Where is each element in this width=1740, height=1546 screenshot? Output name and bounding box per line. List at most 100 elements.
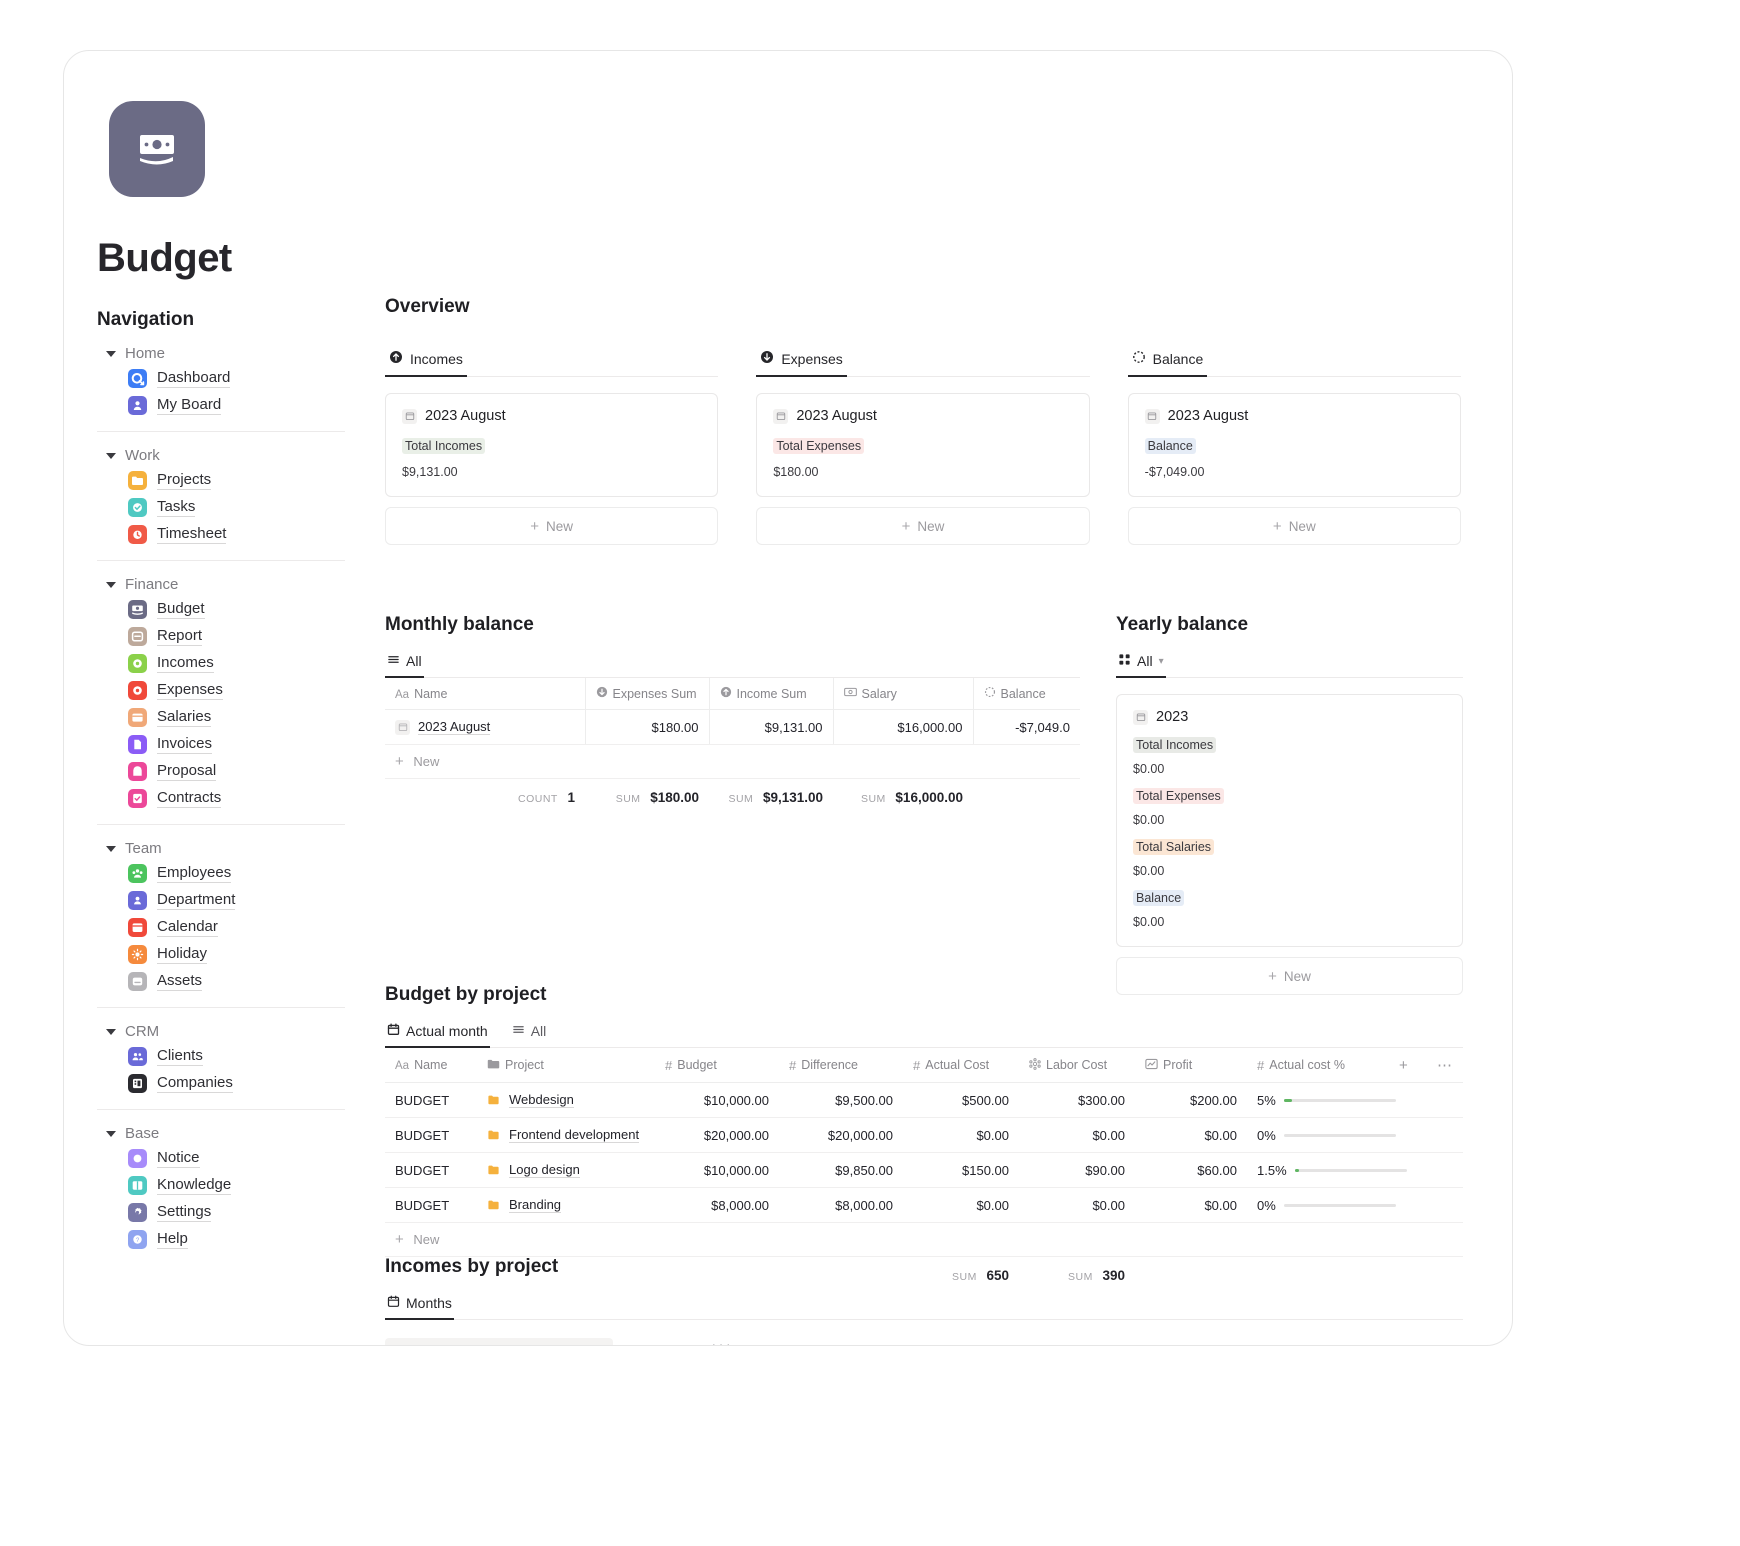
cell-actual-cost-pct[interactable]: 5% [1247,1082,1463,1118]
tab-yearly-all[interactable]: All ▾ [1116,650,1166,678]
cell-labor-cost[interactable]: $90.00 [1019,1152,1135,1188]
cell-budget[interactable]: $8,000.00 [655,1187,779,1223]
overview-card-expenses[interactable]: 2023 August Total Expenses $180.00 [756,393,1090,497]
sidebar-item-knowledge[interactable]: Knowledge [97,1172,345,1199]
sidebar-group-toggle-work[interactable]: Work [97,444,345,467]
column-header-labor-cost[interactable]: Labor Cost [1019,1048,1135,1083]
tab-incomes[interactable]: Incomes [385,348,467,377]
sidebar-item-companies[interactable]: Companies [97,1070,345,1097]
cell-labor-cost[interactable]: $300.00 [1019,1082,1135,1118]
sidebar-group-toggle-finance[interactable]: Finance [97,573,345,596]
sidebar-item-projects[interactable]: Projects [97,467,345,494]
column-header-actual-cost-pct[interactable]: # Actual cost % [1247,1048,1389,1083]
sidebar-item-settings[interactable]: Settings [97,1199,345,1226]
cell-actual-cost-pct[interactable]: 1.5% [1247,1152,1463,1188]
column-header-balance[interactable]: Balance [972,678,1080,710]
column-header-income-sum[interactable]: Income Sum [708,678,833,710]
summary-cell[interactable]: SUM $180.00 [585,778,709,814]
sidebar-item-dashboard[interactable]: Dashboard [97,365,345,392]
summary-cell[interactable]: COUNT 1 [385,778,585,814]
table-row[interactable]: 2023 August $180.00 $9,131.00 $16,000.00… [385,709,1080,745]
cell-budget[interactable]: $10,000.00 [655,1152,779,1188]
overview-card-balance[interactable]: 2023 August Balance -$7,049.00 [1127,393,1461,497]
cell-project[interactable]: Webdesign [477,1082,655,1118]
tab-balance[interactable]: Balance [1127,348,1208,377]
sidebar-item-tasks[interactable]: Tasks [97,494,345,521]
sidebar-item-help[interactable]: ? Help [97,1226,345,1253]
cell-difference[interactable]: $20,000.00 [779,1117,903,1153]
sidebar-item-invoices[interactable]: Invoices [97,731,345,758]
sidebar-item-contracts[interactable]: Contracts [97,785,345,812]
cell-labor-cost[interactable]: $0.00 [1019,1187,1135,1223]
sidebar-group-toggle-team[interactable]: Team [97,837,345,860]
sidebar-item-report[interactable]: Report [97,623,345,650]
column-header-name[interactable]: Aa Name [385,1048,477,1083]
new-row-button[interactable]: + New [385,1222,1463,1257]
tab-all[interactable]: All [510,1020,549,1047]
table-row[interactable]: BUDGET Logo design $10,000.00 $9,850.00 … [385,1152,1463,1188]
cell-balance[interactable]: -$7,049.0 [972,709,1080,745]
sidebar-item-notice[interactable]: Notice [97,1145,345,1172]
sidebar-item-assets[interactable]: Assets [97,968,345,995]
new-row-button[interactable]: + New [385,744,1080,779]
cell-name[interactable]: BUDGET [385,1152,477,1188]
sidebar-item-proposal[interactable]: Proposal [97,758,345,785]
cell-budget[interactable]: $20,000.00 [655,1117,779,1153]
sidebar-item-budget[interactable]: Budget [97,596,345,623]
new-row-cell[interactable]: + New [385,1222,1463,1257]
new-row-cell[interactable]: + New [385,744,1080,779]
overview-card-incomes[interactable]: 2023 August Total Incomes $9,131.00 [385,393,719,497]
cell-salary[interactable]: $16,000.00 [832,709,973,745]
column-header-profit[interactable]: Profit [1135,1048,1247,1083]
tab-expenses[interactable]: Expenses [756,348,848,377]
cell-profit[interactable]: $60.00 [1135,1152,1247,1188]
cell-difference[interactable]: $8,000.00 [779,1187,903,1223]
cell-project[interactable]: Branding [477,1187,655,1223]
column-header-difference[interactable]: # Difference [779,1048,903,1083]
cell-profit[interactable]: $200.00 [1135,1082,1247,1118]
sidebar-group-toggle-home[interactable]: Home [97,342,345,365]
table-options-button[interactable]: ⋯ [1427,1048,1463,1083]
new-balance-button[interactable]: + New [1127,507,1461,545]
cell-actual-cost[interactable]: $0.00 [903,1117,1019,1153]
column-header-budget[interactable]: # Budget [655,1048,779,1083]
cell-name[interactable]: BUDGET [385,1117,477,1153]
cell-project[interactable]: Logo design [477,1152,655,1188]
cell-income-sum[interactable]: $9,131.00 [708,709,833,745]
sidebar-group-toggle-base[interactable]: Base [97,1122,345,1145]
column-header-name[interactable]: Aa Name [385,678,585,710]
column-header-actual-cost[interactable]: # Actual Cost [903,1048,1019,1083]
cell-name[interactable]: BUDGET [385,1187,477,1223]
cell-expenses-sum[interactable]: $180.00 [584,709,709,745]
column-header-expenses-sum[interactable]: Expenses Sum [584,678,709,710]
tab-monthly-all[interactable]: All [385,650,424,678]
cell-project[interactable]: Frontend development [477,1117,655,1153]
sidebar-group-toggle-crm[interactable]: CRM [97,1020,345,1043]
cell-actual-cost[interactable]: $0.00 [903,1187,1019,1223]
cell-actual-cost[interactable]: $500.00 [903,1082,1019,1118]
cell-difference[interactable]: $9,850.00 [779,1152,903,1188]
sidebar-item-department[interactable]: Department [97,887,345,914]
table-row[interactable]: BUDGET Branding $8,000.00 $8,000.00 $0.0… [385,1187,1463,1223]
sidebar-item-timesheet[interactable]: Timesheet [97,521,345,548]
sidebar-item-incomes[interactable]: Incomes [97,650,345,677]
cell-labor-cost[interactable]: $0.00 [1019,1117,1135,1153]
table-row[interactable]: BUDGET Webdesign $10,000.00 $9,500.00 $5… [385,1082,1463,1118]
cell-actual-cost-pct[interactable]: 0% [1247,1187,1463,1223]
yearly-balance-card[interactable]: 2023 Total Incomes $0.00 Total Expenses $… [1116,694,1463,947]
new-expenses-button[interactable]: + New [756,507,1090,545]
add-group-button[interactable]: + [631,1338,661,1345]
sidebar-item-employees[interactable]: Employees [97,860,345,887]
sidebar-item-clients[interactable]: Clients [97,1043,345,1070]
table-row[interactable]: BUDGET Frontend development $20,000.00 $… [385,1117,1463,1153]
cell-budget[interactable]: $10,000.00 [655,1082,779,1118]
sidebar-item-holiday[interactable]: Holiday [97,941,345,968]
column-header-project[interactable]: Project [477,1048,655,1083]
tab-months[interactable]: Months [385,1292,454,1320]
cell-name[interactable]: BUDGET [385,1082,477,1118]
cell-name[interactable]: 2023 August [385,709,585,745]
cell-profit[interactable]: $0.00 [1135,1187,1247,1223]
board-column-header[interactable]: Webdesign $1,881.00 [385,1338,613,1345]
sidebar-item-calendar[interactable]: Calendar [97,914,345,941]
cell-actual-cost-pct[interactable]: 0% [1247,1117,1463,1153]
